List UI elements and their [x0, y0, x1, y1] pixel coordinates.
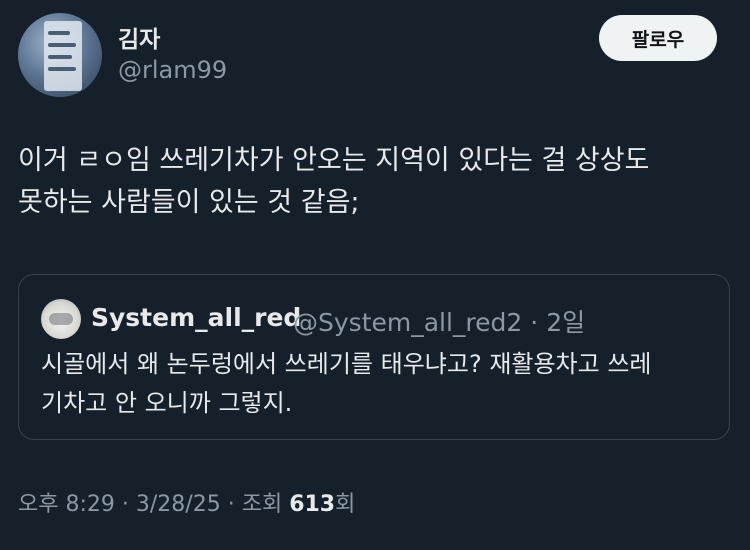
avatar-detail [48, 43, 76, 47]
tweet-date[interactable]: 3/28/25 [136, 492, 221, 517]
quoted-tweet-time: 2일 [546, 308, 586, 337]
quoted-author-avatar [41, 299, 81, 339]
quoted-author-handle: @System_all_red2 [293, 308, 523, 337]
author-display-name[interactable]: 김자 [118, 20, 160, 54]
quoted-tweet-text: 시골에서 왜 논두렁에서 쓰레기를 태우냐고? 재활용차고 쓰레 기차고 안 오… [41, 345, 709, 423]
views-label: 조회 [241, 492, 283, 517]
views-suffix: 회 [335, 492, 356, 517]
views-count: 613 [289, 492, 336, 517]
tweet-text-line: 못하는 사람들이 있는 것 같음; [18, 187, 360, 218]
author-avatar[interactable] [18, 13, 102, 97]
meta-separator: · [530, 308, 539, 337]
quoted-author-display-name: System_all_red [91, 303, 302, 332]
follow-button[interactable]: 팔로우 [599, 15, 717, 61]
author-handle[interactable]: @rlam99 [118, 56, 227, 84]
quoted-tweet-card[interactable]: System_all_red @System_all_red2 · 2일 시골에… [18, 274, 730, 440]
quoted-tweet-meta: @System_all_red2 · 2일 [293, 303, 585, 339]
meta-separator: · [227, 492, 235, 517]
avatar-detail [48, 67, 76, 71]
meta-separator: · [121, 492, 129, 517]
tweet-time[interactable]: 오후 8:29 [18, 492, 115, 517]
avatar-image [49, 313, 73, 325]
avatar-detail [48, 55, 72, 59]
tweet-text: 이거 ㄹㅇ임 쓰레기차가 안오는 지역이 있다는 걸 상상도 못하는 사람들이 … [18, 140, 732, 224]
tweet-text-line: 이거 ㄹㅇ임 쓰레기차가 안오는 지역이 있다는 걸 상상도 [18, 145, 650, 176]
tweet-meta: 오후 8:29 · 3/28/25 · 조회 613회 [18, 486, 355, 518]
quoted-text-line: 시골에서 왜 논두렁에서 쓰레기를 태우냐고? 재활용차고 쓰레 [41, 350, 652, 378]
avatar-detail [48, 31, 70, 35]
quoted-text-line: 기차고 안 오니까 그렇지. [41, 389, 293, 417]
